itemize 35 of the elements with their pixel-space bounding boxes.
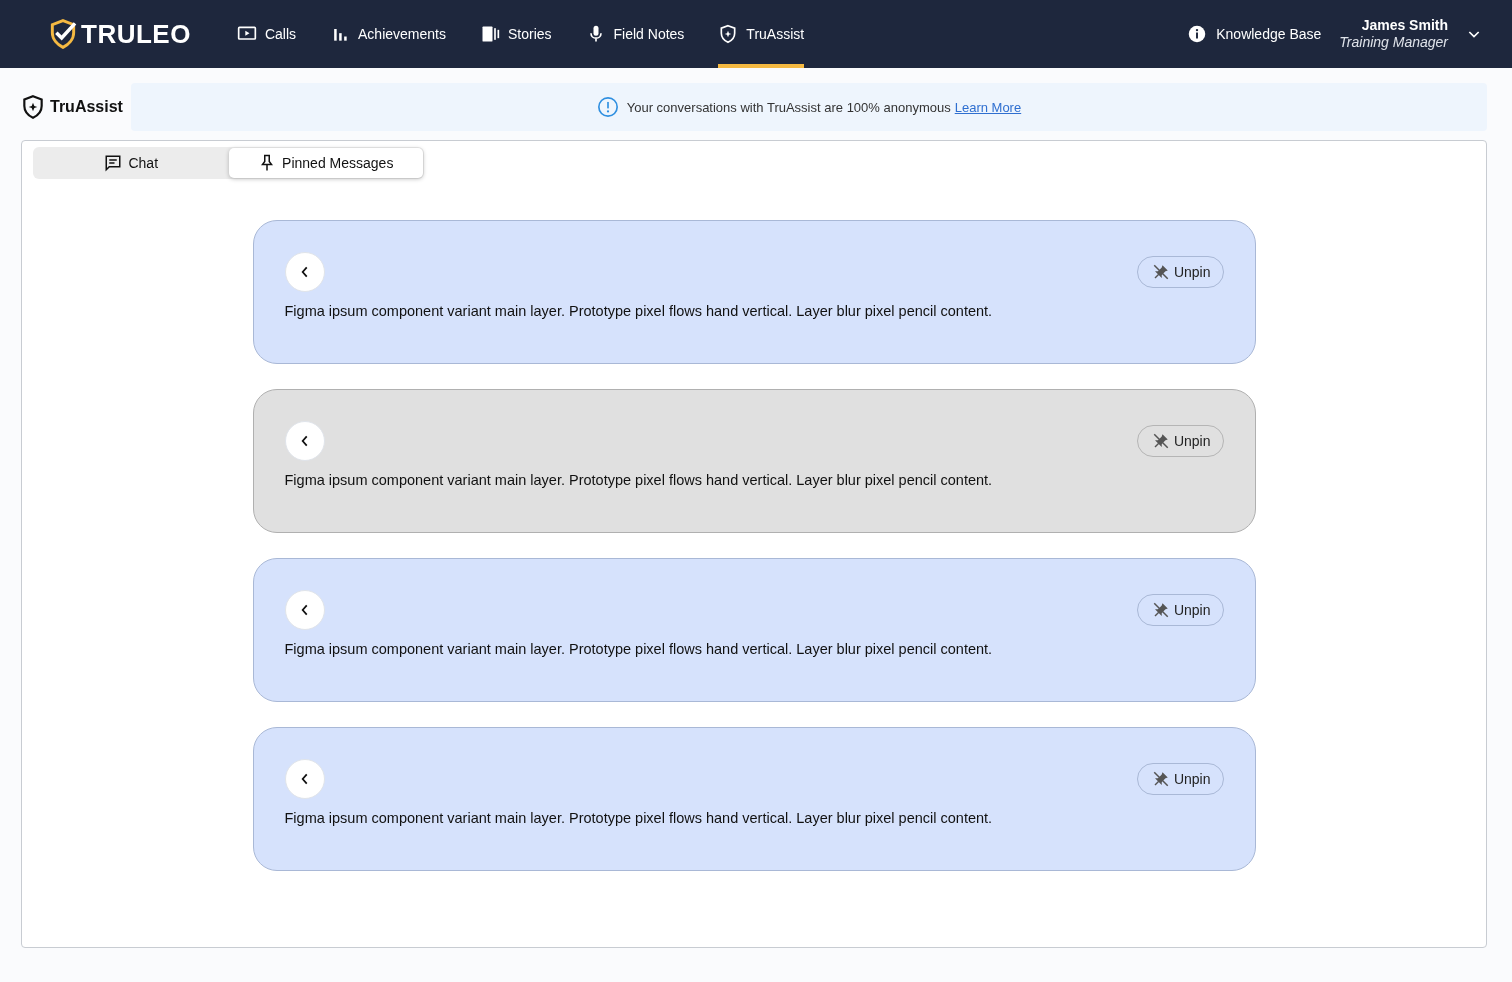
crossed-pin-icon — [1151, 263, 1170, 281]
message-card[interactable]: Unpin Figma ipsum component variant main layer. Prototype pixel flows hand vertical. Layer blur pixel pencil content. — [252, 220, 1256, 364]
page-title: TruAssist — [50, 98, 123, 116]
back-button[interactable] — [284, 759, 325, 799]
message-text: Figma ipsum component variant main layer. Prototype pixel flows hand vertical. Layer blur pixel pencil content. — [284, 303, 994, 319]
message-text: Figma ipsum component variant main layer. Prototype pixel flows hand vertical. Layer blur pixel pencil content. — [284, 641, 994, 657]
user-name: James Smith — [1361, 17, 1448, 34]
info-icon — [1188, 25, 1207, 43]
learn-more-link[interactable]: Learn More — [954, 99, 1022, 115]
chat-icon — [104, 154, 123, 172]
nav-link[interactable]: Achievements — [330, 0, 446, 68]
nav-link[interactable]: Field Notes — [585, 0, 685, 68]
crossed-pin-icon — [1151, 432, 1170, 450]
back-button[interactable] — [284, 421, 325, 461]
tab[interactable]: Pinned Messages — [228, 148, 423, 178]
nav-link[interactable]: Calls — [236, 0, 296, 68]
nav-link[interactable]: TruAssist — [718, 0, 805, 68]
message-card[interactable]: Unpin Figma ipsum component variant main layer. Prototype pixel flows hand vertical. Layer blur pixel pencil content. — [252, 727, 1256, 871]
user-role: Training Manager — [1339, 34, 1448, 51]
logo-text: TRULEO — [81, 18, 191, 50]
back-button[interactable] — [284, 252, 325, 292]
nav-link[interactable]: Stories — [479, 0, 552, 68]
tab[interactable]: Chat — [34, 148, 229, 178]
shield-star-icon — [718, 24, 739, 44]
message-text: Figma ipsum component variant main layer. Prototype pixel flows hand vertical. Layer blur pixel pencil content. — [284, 810, 994, 826]
shield-star-icon — [20, 94, 46, 120]
back-button[interactable] — [284, 590, 325, 630]
alert-icon — [596, 96, 619, 118]
message-card[interactable]: Unpin Figma ipsum component variant main layer. Prototype pixel flows hand vertical. Layer blur pixel pencil content. — [252, 558, 1256, 702]
knowledge-base-link[interactable]: Knowledge Base — [1188, 25, 1322, 43]
crossed-pin-icon — [1151, 601, 1170, 619]
message-text: Figma ipsum component variant main layer. Prototype pixel flows hand vertical. Layer blur pixel pencil content. — [284, 472, 994, 488]
message-card[interactable]: Unpin Figma ipsum component variant main layer. Prototype pixel flows hand vertical. Layer blur pixel pencil content. — [252, 389, 1256, 533]
banner-text: Your conversations with TruAssist are 100% anonymous — [626, 99, 951, 115]
crossed-pin-icon — [1151, 770, 1170, 788]
